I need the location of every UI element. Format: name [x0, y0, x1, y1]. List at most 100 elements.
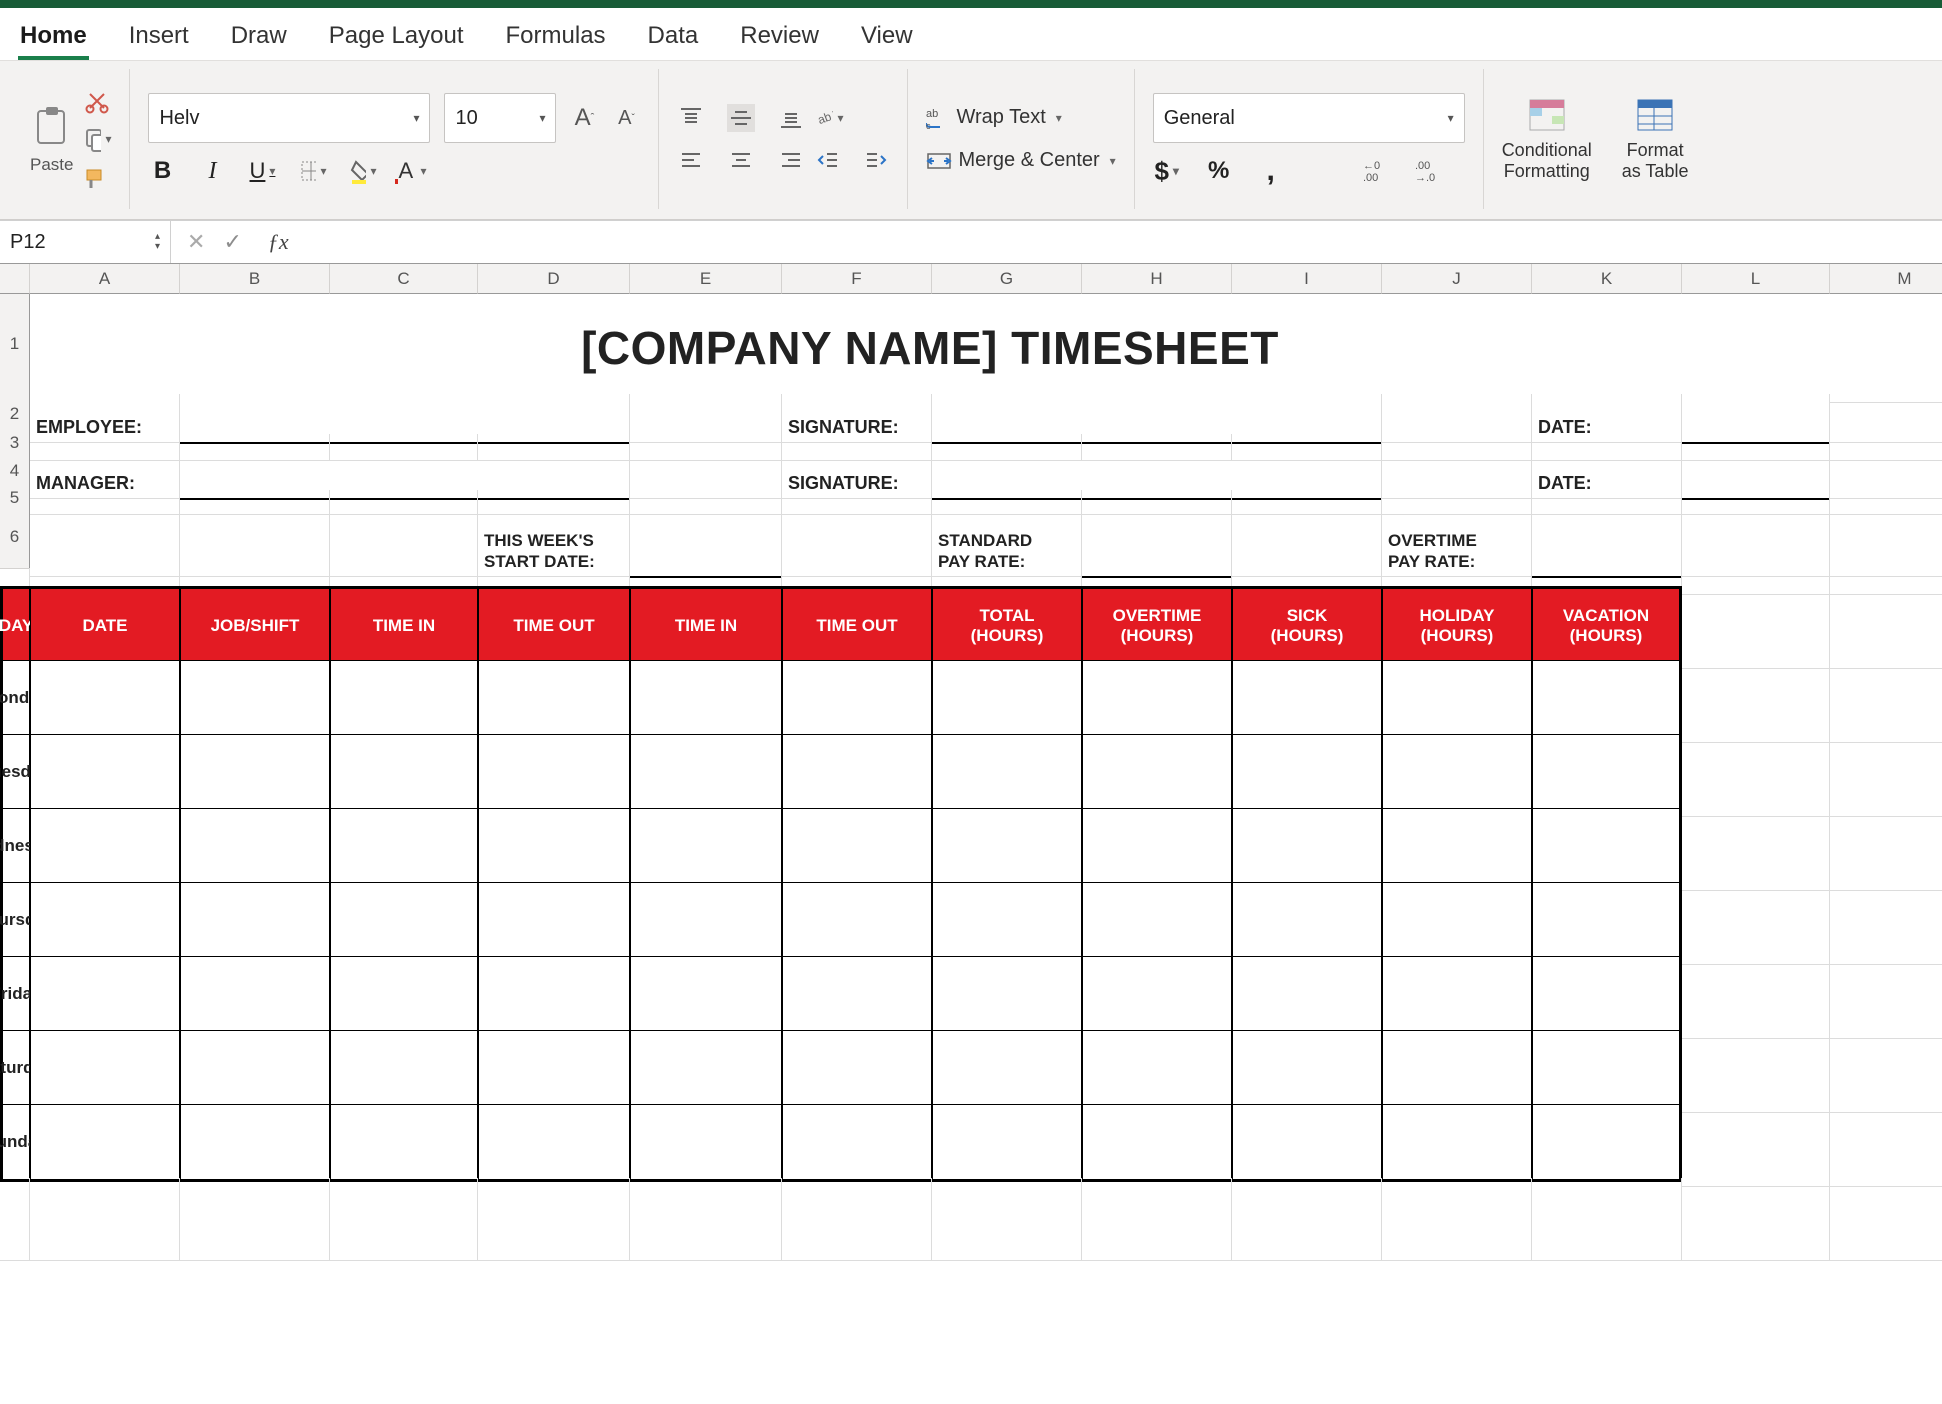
- table-cell[interactable]: [330, 956, 478, 1032]
- day-label[interactable]: Saturday: [0, 1030, 30, 1106]
- table-cell[interactable]: [630, 660, 782, 736]
- align-bottom-icon[interactable]: [777, 104, 805, 132]
- col-header-G[interactable]: G: [932, 264, 1082, 294]
- number-format-select[interactable]: General▾: [1153, 93, 1465, 143]
- table-cell[interactable]: [478, 808, 630, 884]
- table-cell[interactable]: [932, 660, 1082, 736]
- table-cell[interactable]: [1382, 1104, 1532, 1182]
- table-cell[interactable]: [1232, 660, 1382, 736]
- row-header-1[interactable]: 1: [0, 294, 30, 395]
- table-cell[interactable]: [782, 808, 932, 884]
- conditional-formatting-button[interactable]: Conditional Formatting: [1502, 96, 1592, 182]
- col-header-L[interactable]: L: [1682, 264, 1830, 294]
- table-cell[interactable]: [330, 660, 478, 736]
- table-cell[interactable]: [330, 808, 478, 884]
- table-cell[interactable]: [782, 660, 932, 736]
- table-cell[interactable]: [630, 734, 782, 810]
- font-color-button[interactable]: A: [398, 157, 426, 185]
- row-header-4[interactable]: 4: [0, 452, 30, 491]
- fx-icon[interactable]: ƒx: [260, 229, 289, 255]
- table-cell[interactable]: [1532, 882, 1682, 958]
- table-cell[interactable]: [1532, 1030, 1682, 1106]
- table-cell[interactable]: [478, 660, 630, 736]
- tab-draw[interactable]: Draw: [229, 16, 289, 60]
- table-cell[interactable]: [932, 1030, 1082, 1106]
- day-label[interactable]: Friday: [0, 956, 30, 1032]
- table-cell[interactable]: [630, 808, 782, 884]
- table-cell[interactable]: [782, 1104, 932, 1182]
- increase-font-icon[interactable]: Aˆ: [570, 104, 598, 132]
- decrease-decimal-icon[interactable]: .00→.0: [1415, 157, 1443, 185]
- table-cell[interactable]: [478, 1104, 630, 1182]
- cut-icon[interactable]: [83, 87, 111, 115]
- table-cell[interactable]: [782, 882, 932, 958]
- orientation-button[interactable]: ab: [815, 104, 843, 132]
- decrease-indent-icon[interactable]: [815, 146, 843, 174]
- col-header-C[interactable]: C: [330, 264, 478, 294]
- table-cell[interactable]: [478, 882, 630, 958]
- copy-icon[interactable]: [83, 125, 111, 153]
- table-cell[interactable]: [782, 734, 932, 810]
- wrap-text-button[interactable]: abc Wrap Text▾: [926, 106, 1115, 129]
- table-cell[interactable]: [630, 956, 782, 1032]
- day-label[interactable]: Thursday: [0, 882, 30, 958]
- table-cell[interactable]: [330, 1104, 478, 1182]
- table-cell[interactable]: [782, 1030, 932, 1106]
- table-cell[interactable]: [330, 1030, 478, 1106]
- formula-input[interactable]: [305, 221, 1942, 263]
- table-cell[interactable]: [1232, 882, 1382, 958]
- col-header-D[interactable]: D: [478, 264, 630, 294]
- table-cell[interactable]: [478, 1030, 630, 1106]
- tab-review[interactable]: Review: [738, 16, 821, 60]
- table-cell[interactable]: [630, 882, 782, 958]
- table-cell[interactable]: [1232, 956, 1382, 1032]
- table-cell[interactable]: [30, 660, 180, 736]
- name-box[interactable]: P12 ▴▾: [0, 221, 171, 263]
- increase-indent-icon[interactable]: [861, 146, 889, 174]
- table-cell[interactable]: [180, 1104, 330, 1182]
- table-cell[interactable]: [630, 1104, 782, 1182]
- align-left-icon[interactable]: [677, 146, 705, 174]
- spreadsheet-grid[interactable]: ABCDEFGHIJKLM1[COMPANY NAME] TIMESHEET2E…: [0, 264, 1942, 1404]
- table-cell[interactable]: [1382, 882, 1532, 958]
- table-cell[interactable]: [478, 734, 630, 810]
- table-cell[interactable]: [180, 956, 330, 1032]
- table-cell[interactable]: [30, 956, 180, 1032]
- table-cell[interactable]: [330, 882, 478, 958]
- decrease-font-icon[interactable]: Aˇ: [612, 104, 640, 132]
- table-cell[interactable]: [180, 734, 330, 810]
- table-cell[interactable]: [1082, 734, 1232, 810]
- table-cell[interactable]: [1382, 808, 1532, 884]
- tab-data[interactable]: Data: [646, 16, 701, 60]
- increase-decimal-icon[interactable]: ←0.00: [1363, 157, 1391, 185]
- col-header-E[interactable]: E: [630, 264, 782, 294]
- table-cell[interactable]: [1532, 956, 1682, 1032]
- day-label[interactable]: Sunday: [0, 1104, 30, 1182]
- tab-page-layout[interactable]: Page Layout: [327, 16, 466, 60]
- table-cell[interactable]: [30, 808, 180, 884]
- align-center-icon[interactable]: [727, 146, 755, 174]
- table-cell[interactable]: [1532, 808, 1682, 884]
- table-cell[interactable]: [180, 808, 330, 884]
- comma-format-button[interactable]: ,: [1257, 157, 1285, 185]
- table-cell[interactable]: [1232, 1104, 1382, 1182]
- table-cell[interactable]: [1382, 734, 1532, 810]
- format-painter-icon[interactable]: [83, 163, 111, 191]
- enter-formula-icon[interactable]: ✓: [223, 229, 241, 255]
- table-cell[interactable]: [1382, 660, 1532, 736]
- tab-formulas[interactable]: Formulas: [504, 16, 608, 60]
- table-cell[interactable]: [1232, 1030, 1382, 1106]
- table-cell[interactable]: [932, 956, 1082, 1032]
- col-header-A[interactable]: A: [30, 264, 180, 294]
- table-cell[interactable]: [180, 660, 330, 736]
- table-cell[interactable]: [932, 1104, 1082, 1182]
- tab-home[interactable]: Home: [18, 16, 89, 60]
- col-header-M[interactable]: M: [1830, 264, 1942, 294]
- day-label[interactable]: Tuesday: [0, 734, 30, 810]
- col-header-H[interactable]: H: [1082, 264, 1232, 294]
- table-cell[interactable]: [1082, 660, 1232, 736]
- table-cell[interactable]: [1532, 660, 1682, 736]
- table-cell[interactable]: [1382, 956, 1532, 1032]
- table-cell[interactable]: [1532, 734, 1682, 810]
- table-cell[interactable]: [180, 882, 330, 958]
